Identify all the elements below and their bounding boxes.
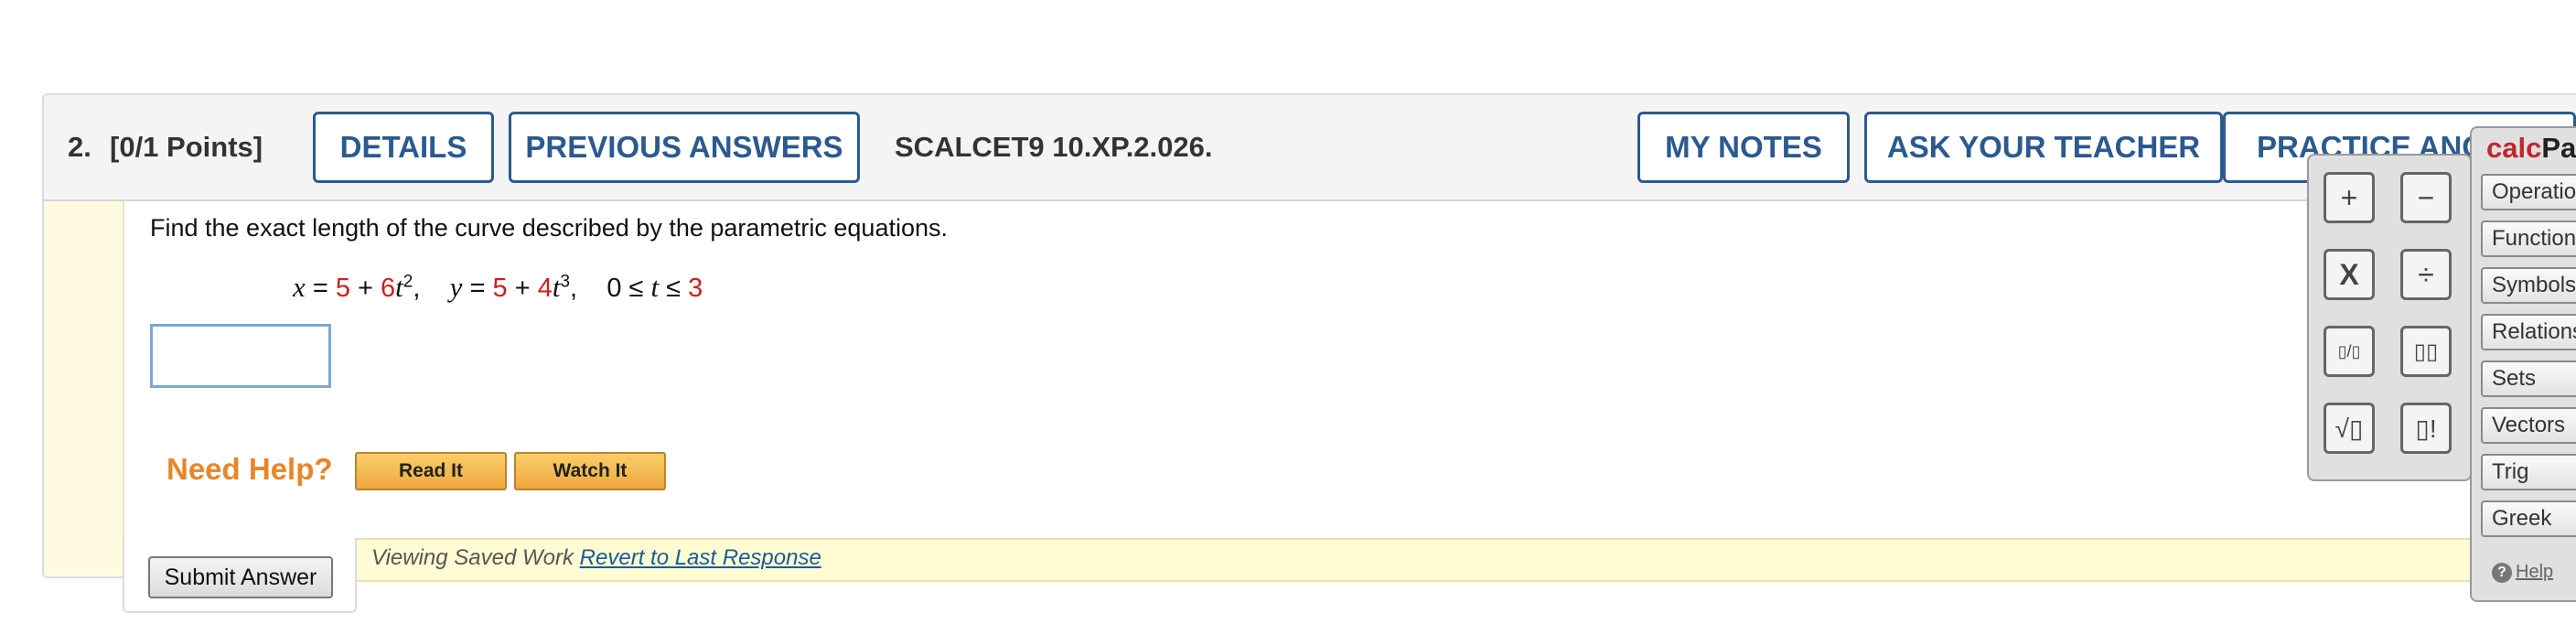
viewing-saved-text: Viewing Saved Work [371,545,574,570]
my-notes-button[interactable]: MY NOTES [1637,112,1850,183]
factorial-key[interactable]: ▯! [2400,403,2452,454]
revert-link[interactable]: Revert to Last Response [580,545,821,570]
y-exponent: 3 [560,272,571,292]
help-circle-icon: ? [2492,562,2512,583]
question-number: 2. [68,131,91,163]
t-upper-bound: 3 [688,274,703,303]
category-symbols[interactable]: Symbols [2481,267,2576,304]
category-operations[interactable]: Operations [2481,174,2576,210]
answer-input[interactable] [150,324,331,388]
read-it-button[interactable]: Read It [355,452,507,490]
power-key[interactable]: ▯▯ [2400,326,2452,377]
details-button[interactable]: DETAILS [313,112,494,183]
question-points: [0/1 Points] [110,131,263,163]
y-coefficient: 4 [537,274,553,303]
problem-prompt: Find the exact length of the curve descr… [150,214,949,242]
category-sets[interactable]: Sets [2481,361,2576,397]
saved-work-status: Viewing Saved Work Revert to Last Respon… [371,545,821,571]
x-coefficient: 6 [381,274,396,303]
category-functions[interactable]: Functions [2481,221,2576,257]
x-exponent: 2 [402,272,413,292]
submit-answer-button[interactable]: Submit Answer [148,556,333,598]
calcpad-title: calcPad [2486,132,2576,165]
category-greek[interactable]: Greek [2481,500,2576,537]
question-code: SCALCET9 10.XP.2.026. [895,131,1213,163]
watch-it-button[interactable]: Watch It [514,452,666,490]
calcpad-help-label: Help [2516,562,2554,583]
previous-answers-button[interactable]: PREVIOUS ANSWERS [509,112,860,183]
minus-key[interactable]: − [2400,172,2452,223]
multiply-key[interactable]: X [2324,249,2375,300]
calcpad-title-pad: Pad [2541,132,2576,164]
fraction-key[interactable]: ▯/▯ [2324,326,2375,377]
category-relations[interactable]: Relations [2481,314,2576,350]
parametric-equations: x = 5 + 6t2, y = 5 + 4t3, 0 ≤ t ≤ 3 [293,271,703,303]
x-constant: 5 [335,274,350,303]
need-help-label: Need Help? [166,452,333,486]
divide-key[interactable]: ÷ [2400,249,2452,300]
ask-your-teacher-button[interactable]: ASK YOUR TEACHER [1864,112,2223,183]
plus-key[interactable]: + [2324,172,2375,223]
category-vectors[interactable]: Vectors [2481,407,2576,444]
calcpad-title-calc: calc [2486,132,2542,164]
y-constant: 5 [492,274,508,303]
sqrt-key[interactable]: √▯ [2324,403,2375,454]
category-trig[interactable]: Trig [2481,454,2576,490]
calcpad-help-link[interactable]: ? Help [2492,562,2553,583]
